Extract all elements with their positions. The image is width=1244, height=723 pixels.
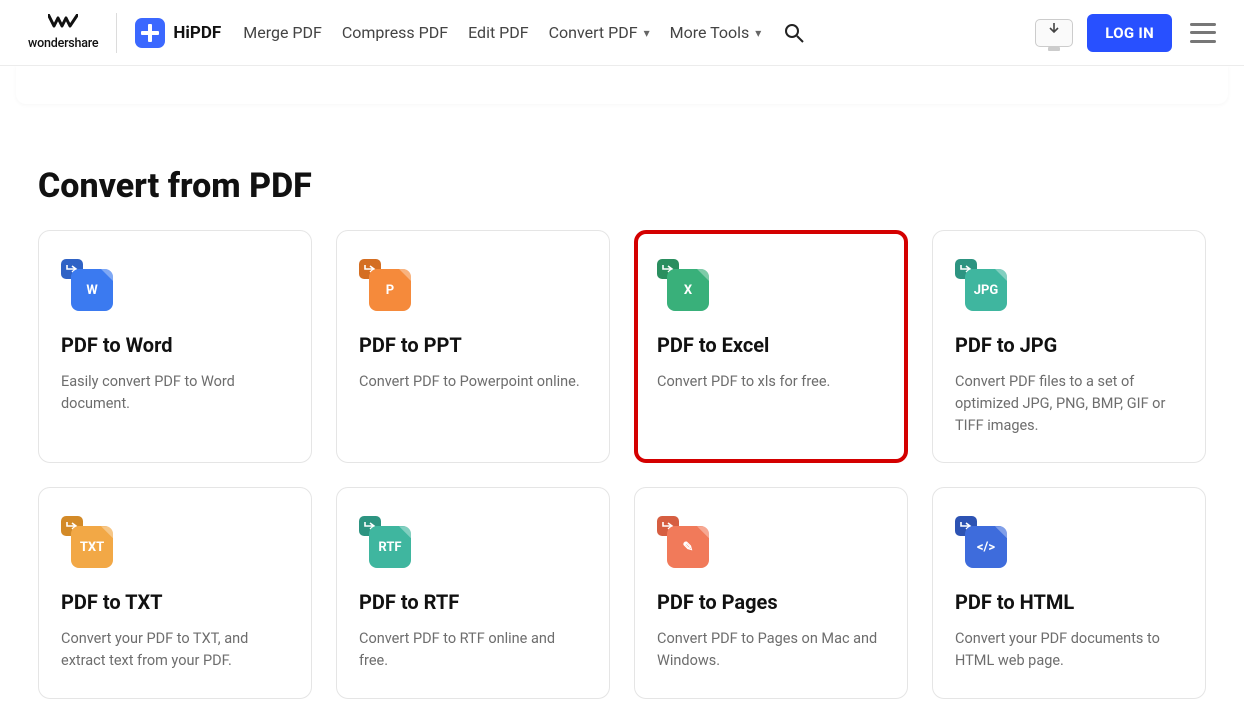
download-icon [1047, 22, 1061, 36]
pdf-to-pages-icon: ✎ [657, 516, 709, 568]
top-navigation: wondershare HiPDF Merge PDF Compress PDF… [0, 0, 1244, 66]
nav-more-label: More Tools [670, 23, 750, 42]
nav-compress-pdf[interactable]: Compress PDF [342, 23, 448, 42]
tool-card-title: PDF to RTF [359, 590, 587, 614]
tool-card-pages[interactable]: ✎ PDF to Pages Convert PDF to Pages on Mac… [634, 487, 908, 699]
tool-card-description: Convert PDF to RTF online and free. [359, 628, 587, 672]
hipdf-text: HiPDF [173, 23, 221, 43]
primary-nav: Merge PDF Compress PDF Edit PDF Convert … [243, 20, 1035, 46]
pdf-to-rtf-icon: RTF [359, 516, 411, 568]
format-badge: P [369, 269, 411, 311]
tool-card-jpg[interactable]: JPG PDF to JPG Convert PDF files to a set … [932, 230, 1206, 463]
tool-card-title: PDF to Word [61, 333, 289, 357]
nav-merge-label: Merge PDF [243, 23, 322, 42]
wondershare-logo-icon [48, 14, 78, 34]
login-label: LOG IN [1105, 24, 1154, 42]
nav-edit-pdf[interactable]: Edit PDF [468, 23, 529, 42]
format-badge: JPG [965, 269, 1007, 311]
tool-card-description: Convert PDF files to a set of optimized … [955, 371, 1183, 436]
format-badge: </> [965, 526, 1007, 568]
tool-card-word[interactable]: W PDF to Word Easily convert PDF to Word d… [38, 230, 312, 463]
chevron-down-icon: ▾ [755, 26, 761, 40]
header-right: LOG IN [1035, 14, 1216, 52]
nav-edit-label: Edit PDF [468, 23, 529, 42]
chevron-down-icon: ▾ [644, 26, 650, 40]
login-button[interactable]: LOG IN [1087, 14, 1172, 52]
tool-card-description: Convert PDF to xls for free. [657, 371, 885, 393]
tool-card-rtf[interactable]: RTF PDF to RTF Convert PDF to RTF online a… [336, 487, 610, 699]
tools-grid: W PDF to Word Easily convert PDF to Word d… [16, 230, 1228, 723]
tool-card-description: Convert your PDF documents to HTML web p… [955, 628, 1183, 672]
tool-card-title: PDF to Pages [657, 590, 885, 614]
tool-card-html[interactable]: </> PDF to HTML Convert your PDF documents… [932, 487, 1206, 699]
format-badge: TXT [71, 526, 113, 568]
convert-from-pdf-section: Convert from PDF W PDF to Word Easily conv… [16, 136, 1228, 723]
tool-card-title: PDF to TXT [61, 590, 289, 614]
pdf-to-excel-icon: X [657, 259, 709, 311]
nav-merge-pdf[interactable]: Merge PDF [243, 23, 322, 42]
previous-section-tail [16, 66, 1228, 104]
nav-convert-pdf[interactable]: Convert PDF ▾ [549, 23, 650, 42]
format-badge: ✎ [667, 526, 709, 568]
nav-compress-label: Compress PDF [342, 23, 448, 42]
tool-card-txt[interactable]: TXT PDF to TXT Convert your PDF to TXT, an… [38, 487, 312, 699]
nav-more-tools[interactable]: More Tools ▾ [670, 23, 762, 42]
tool-card-excel[interactable]: X PDF to Excel Convert PDF to xls for free… [634, 230, 908, 463]
tool-card-title: PDF to HTML [955, 590, 1183, 614]
wondershare-logo[interactable]: wondershare [28, 13, 117, 53]
pdf-to-jpg-icon: JPG [955, 259, 1007, 311]
tool-card-title: PDF to JPG [955, 333, 1183, 357]
hipdf-logo-icon [135, 18, 165, 48]
tool-card-description: Convert PDF to Powerpoint online. [359, 371, 587, 393]
hamburger-menu-icon [1190, 23, 1216, 26]
tool-card-description: Easily convert PDF to Word document. [61, 371, 289, 415]
pdf-to-html-icon: </> [955, 516, 1007, 568]
format-badge: W [71, 269, 113, 311]
tool-card-description: Convert your PDF to TXT, and extract tex… [61, 628, 289, 672]
pdf-to-ppt-icon: P [359, 259, 411, 311]
hipdf-logo[interactable]: HiPDF [135, 18, 221, 48]
wondershare-text: wondershare [28, 36, 98, 51]
search-button[interactable] [781, 20, 807, 46]
section-title: Convert from PDF [16, 136, 1228, 230]
tool-card-description: Convert PDF to Pages on Mac and Windows. [657, 628, 885, 672]
tool-card-ppt[interactable]: P PDF to PPT Convert PDF to Powerpoint onl… [336, 230, 610, 463]
desktop-download-button[interactable] [1035, 19, 1073, 47]
pdf-to-word-icon: W [61, 259, 113, 311]
pdf-to-txt-icon: TXT [61, 516, 113, 568]
tool-card-title: PDF to PPT [359, 333, 587, 357]
hamburger-menu-button[interactable] [1190, 23, 1216, 43]
tool-card-title: PDF to Excel [657, 333, 885, 357]
format-badge: X [667, 269, 709, 311]
search-icon [784, 23, 804, 43]
format-badge: RTF [369, 526, 411, 568]
nav-convert-label: Convert PDF [549, 23, 638, 42]
